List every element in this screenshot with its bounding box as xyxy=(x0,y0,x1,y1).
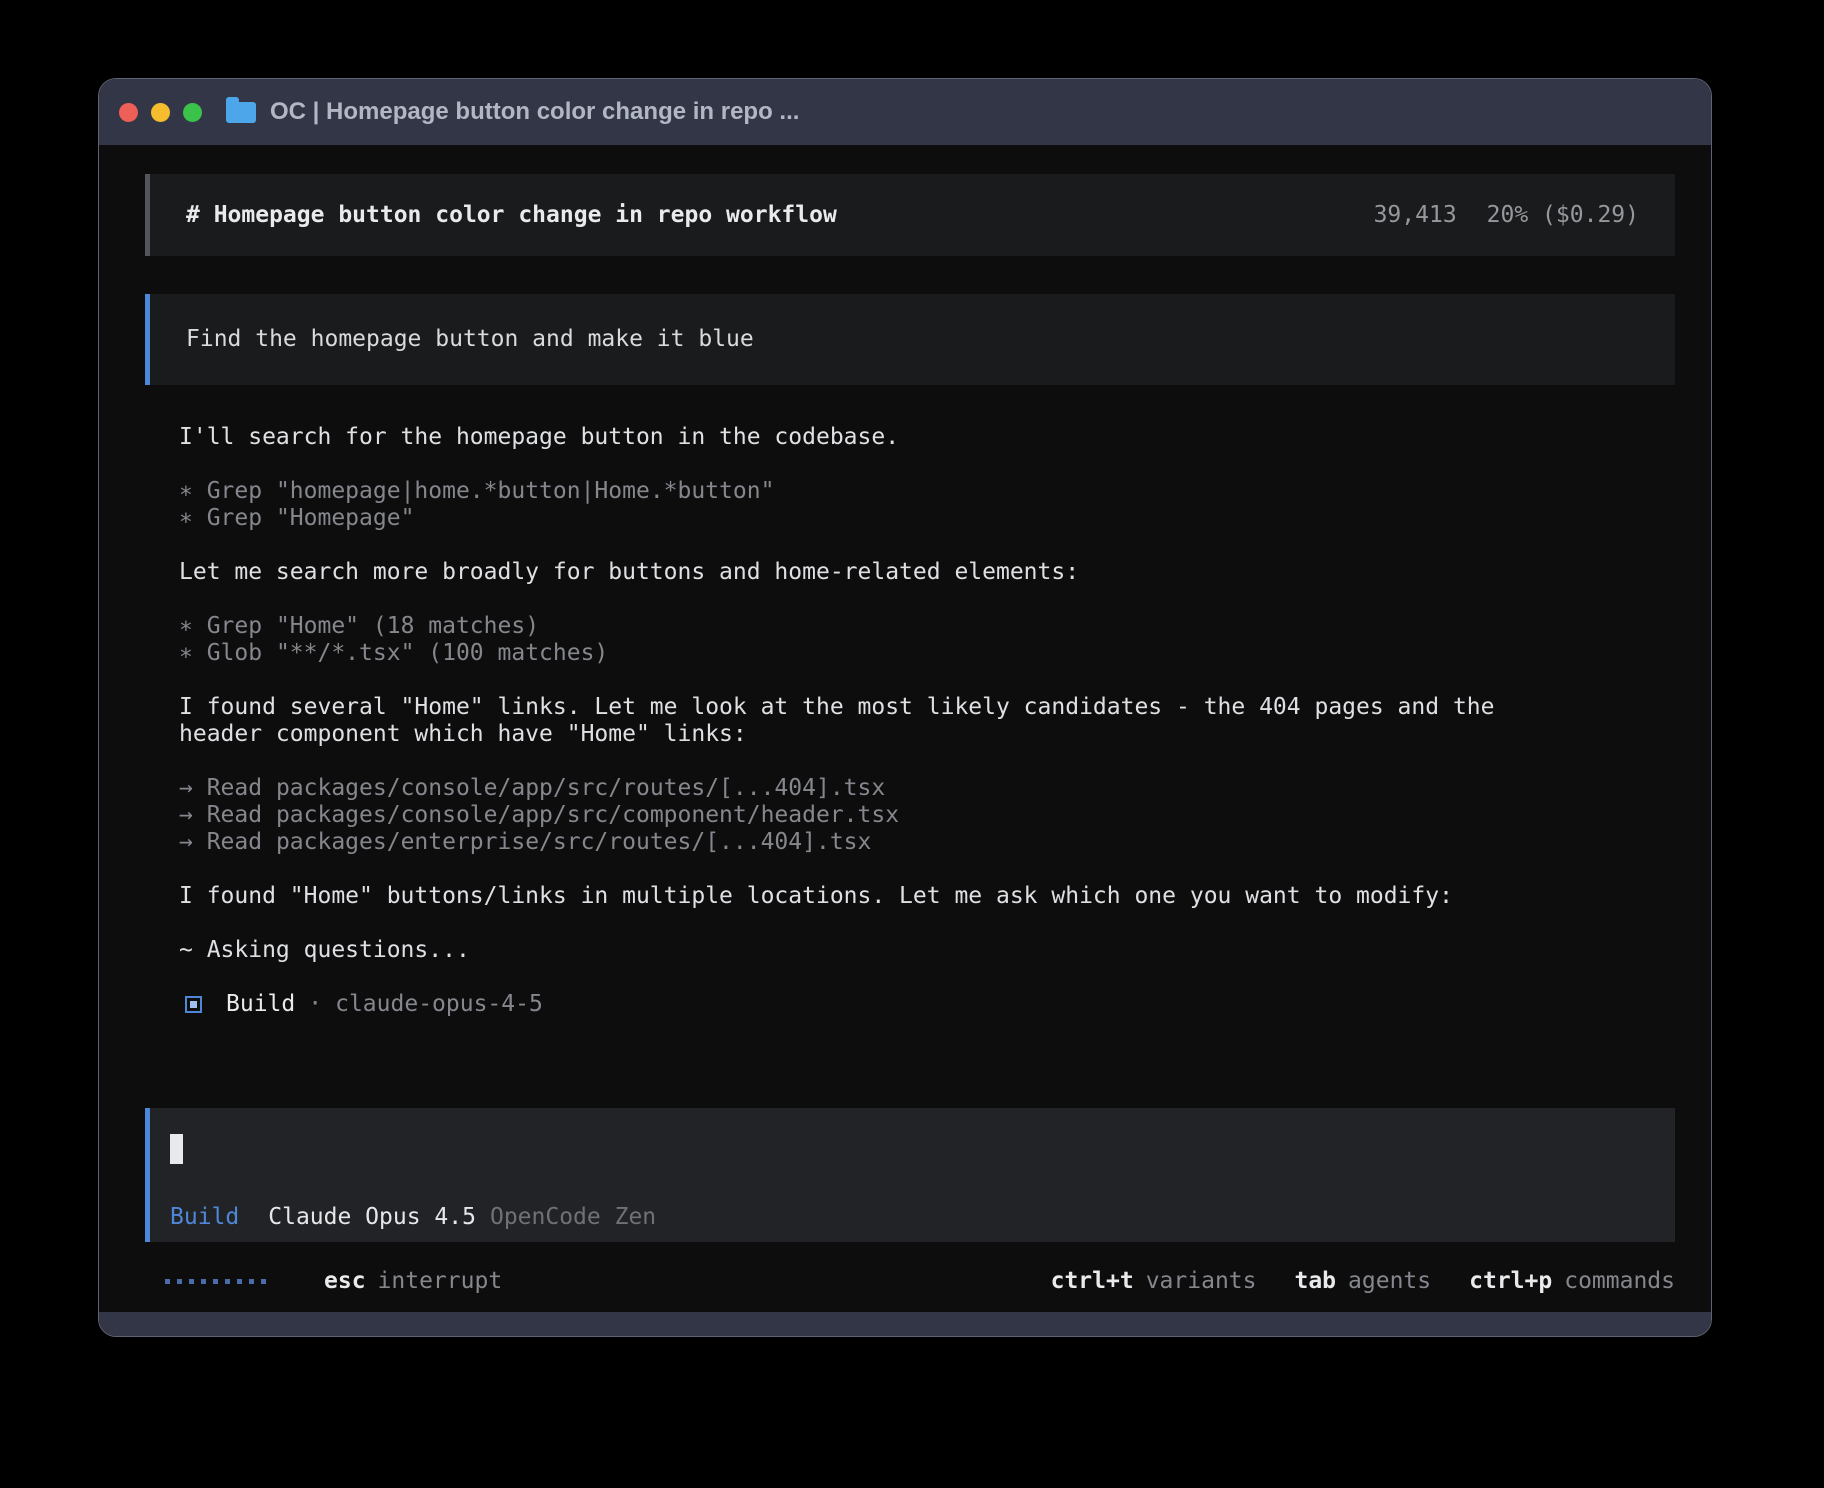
tool-call-glob: ∗ Glob "**/*.tsx" (100 matches) xyxy=(179,640,1675,667)
assistant-text: I'll search for the homepage button in t… xyxy=(179,424,1675,451)
assistant-text: header component which have "Home" links… xyxy=(179,721,1675,748)
spinner-dot xyxy=(261,1279,266,1284)
hint-key: esc xyxy=(324,1268,366,1295)
spinner-dot xyxy=(237,1279,242,1284)
prompt-input[interactable]: Build Claude Opus 4.5 OpenCode Zen xyxy=(145,1108,1675,1242)
terminal-content: # Homepage button color change in repo w… xyxy=(99,145,1711,1312)
hint-key: ctrl+t xyxy=(1051,1268,1134,1295)
text-cursor xyxy=(170,1134,183,1164)
user-message: Find the homepage button and make it blu… xyxy=(145,294,1675,385)
tool-call-read: → Read packages/console/app/src/routes/[… xyxy=(179,775,1675,802)
tool-call-grep: ∗ Grep "Home" (18 matches) xyxy=(179,613,1675,640)
agent-name: Build xyxy=(226,991,295,1018)
dot-separator: · xyxy=(308,991,322,1018)
hint-label: agents xyxy=(1348,1268,1431,1295)
statusbar: esc interrupt ctrl+t variants tab agents… xyxy=(145,1266,1675,1296)
assistant-text: Let me search more broadly for buttons a… xyxy=(179,559,1675,586)
tool-call-group: → Read packages/console/app/src/routes/[… xyxy=(179,775,1675,856)
spinner-dot xyxy=(165,1279,170,1284)
model-label: Claude Opus 4.5 xyxy=(268,1204,476,1231)
provider-label: OpenCode Zen xyxy=(490,1204,656,1231)
transcript: I'll search for the homepage button in t… xyxy=(145,424,1675,1045)
tool-call-text: Read packages/enterprise/src/routes/[...… xyxy=(207,829,872,855)
assistant-text: I found several "Home" links. Let me loo… xyxy=(179,694,1675,721)
asterisk-icon: ∗ xyxy=(179,478,207,504)
tool-call-read: → Read packages/enterprise/src/routes/[.… xyxy=(179,829,1675,856)
traffic-lights xyxy=(119,103,202,122)
statusbar-right: ctrl+t variants tab agents ctrl+p comman… xyxy=(1051,1268,1675,1295)
spinner-dot xyxy=(249,1279,254,1284)
session-stats: 39,413 20% ($0.29) xyxy=(1374,202,1639,229)
tool-call-group: ∗ Grep "homepage|home.*button|Home.*butt… xyxy=(179,478,1675,532)
token-count: 39,413 xyxy=(1374,202,1457,229)
asterisk-icon: ∗ xyxy=(179,505,207,531)
session-title: # Homepage button color change in repo w… xyxy=(186,202,837,229)
input-footer: Build Claude Opus 4.5 OpenCode Zen xyxy=(170,1204,1655,1231)
spinner-dot xyxy=(177,1279,182,1284)
tool-call-group: ∗ Grep "Home" (18 matches) ∗ Glob "**/*.… xyxy=(179,613,1675,667)
folder-icon xyxy=(226,102,256,123)
mode-label[interactable]: Build xyxy=(170,1204,239,1231)
spinner-dot xyxy=(225,1279,230,1284)
hint-key: tab xyxy=(1294,1268,1336,1295)
tool-call-read: → Read packages/console/app/src/componen… xyxy=(179,802,1675,829)
tool-call-text: Grep "Homepage" xyxy=(207,505,415,531)
hint-label: commands xyxy=(1564,1268,1675,1295)
tool-call-text: Grep "homepage|home.*button|Home.*button… xyxy=(207,478,775,504)
tool-call-text: Glob "**/*.tsx" (100 matches) xyxy=(207,640,609,666)
hint-label: interrupt xyxy=(378,1268,503,1295)
statusbar-left: esc interrupt xyxy=(165,1268,502,1295)
assistant-text: I found "Home" buttons/links in multiple… xyxy=(179,883,1675,910)
minimize-button[interactable] xyxy=(151,103,170,122)
terminal-window: OC | Homepage button color change in rep… xyxy=(98,78,1712,1337)
agent-model: claude-opus-4-5 xyxy=(335,991,543,1018)
window-title: OC | Homepage button color change in rep… xyxy=(270,98,799,126)
spinner-dot xyxy=(201,1279,206,1284)
hint-agents: tab agents xyxy=(1294,1268,1431,1295)
tool-call-text: Grep "Home" (18 matches) xyxy=(207,613,539,639)
asterisk-icon: ∗ xyxy=(179,640,207,666)
agent-status-row: Build · claude-opus-4-5 xyxy=(179,991,1675,1018)
zoom-button[interactable] xyxy=(183,103,202,122)
tool-call-text: Read packages/console/app/src/component/… xyxy=(207,802,899,828)
session-header: # Homepage button color change in repo w… xyxy=(145,174,1675,256)
arrow-right-icon: → xyxy=(179,775,207,801)
context-cost: 20% ($0.29) xyxy=(1487,202,1639,229)
user-message-text: Find the homepage button and make it blu… xyxy=(186,326,754,353)
tool-call-grep: ∗ Grep "homepage|home.*button|Home.*butt… xyxy=(179,478,1675,505)
hint-key: ctrl+p xyxy=(1469,1268,1552,1295)
hint-commands: ctrl+p commands xyxy=(1469,1268,1675,1295)
tool-call-text: Read packages/console/app/src/routes/[..… xyxy=(207,775,886,801)
asterisk-icon: ∗ xyxy=(179,613,207,639)
tool-call-grep: ∗ Grep "Homepage" xyxy=(179,505,1675,532)
window-bottom-bar xyxy=(99,1312,1711,1336)
titlebar: OC | Homepage button color change in rep… xyxy=(99,79,1711,145)
hint-label: variants xyxy=(1146,1268,1257,1295)
close-button[interactable] xyxy=(119,103,138,122)
agent-icon xyxy=(185,996,202,1013)
spinner-dot xyxy=(189,1279,194,1284)
arrow-right-icon: → xyxy=(179,829,207,855)
spinner-dot xyxy=(213,1279,218,1284)
arrow-right-icon: → xyxy=(179,802,207,828)
hint-interrupt: esc interrupt xyxy=(324,1268,502,1295)
hint-variants: ctrl+t variants xyxy=(1051,1268,1257,1295)
assistant-status-text: ~ Asking questions... xyxy=(179,937,1675,964)
spinner-dots xyxy=(165,1279,266,1284)
